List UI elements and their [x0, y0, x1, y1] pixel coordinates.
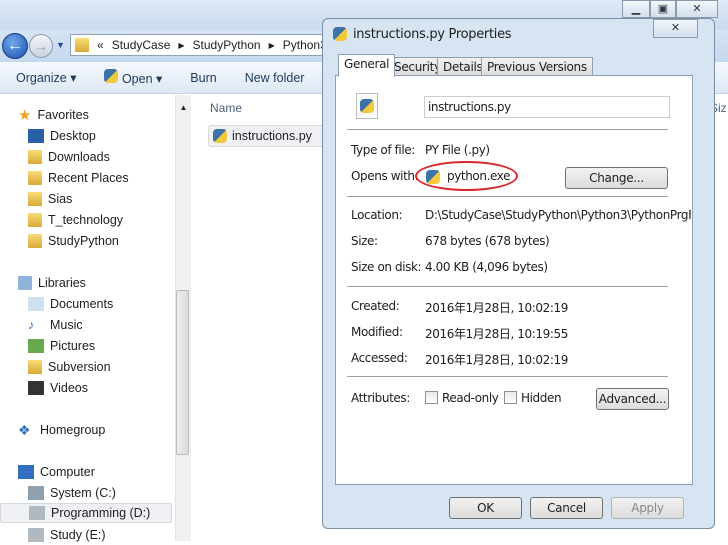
- type-label: Type of file:: [351, 143, 415, 157]
- videos-icon: [28, 381, 44, 395]
- created-value: 2016年1月28日, 10:02:19: [425, 301, 568, 315]
- sidebar-item-pictures[interactable]: Pictures: [50, 339, 95, 353]
- dialog-close-button[interactable]: ✕: [653, 19, 698, 38]
- sidebar-item-homegroup[interactable]: Homegroup: [40, 423, 105, 437]
- python-file-icon: [333, 27, 347, 41]
- sidebar-item-computer[interactable]: Computer: [40, 465, 95, 479]
- folder-icon: [28, 171, 42, 185]
- sidebar-item-recent-places[interactable]: Recent Places: [48, 171, 129, 185]
- dialog-title: instructions.py Properties: [353, 27, 512, 42]
- open-button[interactable]: Open ▾: [104, 69, 162, 86]
- breadcrumb-item[interactable]: StudyCase: [112, 38, 171, 52]
- sidebar-item-videos[interactable]: Videos: [50, 381, 88, 395]
- burn-button[interactable]: Burn: [190, 71, 216, 85]
- drive-icon: [29, 506, 45, 520]
- desktop-icon: [28, 129, 44, 143]
- sidebar-item-sias[interactable]: Sias: [48, 192, 72, 206]
- modified-label: Modified:: [351, 325, 403, 339]
- tab-general[interactable]: General: [338, 54, 396, 77]
- recent-pages-dropdown[interactable]: ▼: [56, 40, 65, 50]
- python-icon: [104, 69, 119, 83]
- folder-icon: [28, 192, 42, 206]
- change-button[interactable]: Change...: [565, 167, 668, 189]
- sidebar-item-downloads[interactable]: Downloads: [48, 150, 110, 164]
- sidebar-item-programming-d[interactable]: Programming (D:): [51, 506, 150, 520]
- opens-with-value: python.exe: [447, 169, 511, 183]
- divider: [347, 129, 668, 130]
- filename-input[interactable]: instructions.py: [424, 96, 670, 118]
- divider: [347, 196, 668, 197]
- navigation-pane: ★ Favorites Desktop Downloads Recent Plac…: [0, 95, 175, 542]
- sidebar-item-subversion[interactable]: Subversion: [48, 360, 111, 374]
- divider: [347, 376, 668, 377]
- divider: [347, 286, 668, 287]
- sidebar-item-studypython[interactable]: StudyPython: [48, 234, 119, 248]
- opens-with-label: Opens with:: [351, 169, 419, 183]
- folder-icon: [28, 234, 42, 248]
- modified-value: 2016年1月28日, 10:19:55: [425, 327, 568, 341]
- python-file-icon: [213, 129, 227, 143]
- overflow-chevron[interactable]: «: [97, 38, 104, 52]
- libraries-icon: [18, 276, 32, 290]
- documents-icon: [28, 297, 44, 311]
- forward-button[interactable]: →: [29, 34, 53, 58]
- new-folder-button[interactable]: New folder: [245, 71, 305, 85]
- ok-button[interactable]: OK: [449, 497, 522, 519]
- type-value: PY File (.py): [425, 143, 490, 157]
- folder-icon: [28, 360, 42, 374]
- star-icon: ★: [18, 107, 32, 124]
- scrollbar-thumb[interactable]: [176, 290, 189, 455]
- file-type-icon: [356, 93, 378, 119]
- attributes-label: Attributes:: [351, 391, 410, 405]
- created-label: Created:: [351, 299, 400, 313]
- advanced-button[interactable]: Advanced...: [596, 388, 669, 410]
- folder-icon: [28, 150, 42, 164]
- computer-icon: [18, 465, 34, 479]
- accessed-value: 2016年1月28日, 10:02:19: [425, 353, 568, 367]
- folder-icon: [75, 38, 89, 52]
- size-on-disk-value: 4.00 KB (4,096 bytes): [425, 260, 548, 274]
- size-value: 678 bytes (678 bytes): [425, 234, 550, 248]
- maximize-button[interactable]: ▣: [650, 0, 676, 18]
- read-only-checkbox[interactable]: Read-only: [425, 391, 499, 405]
- sidebar-item-favorites[interactable]: Favorites: [37, 108, 88, 122]
- sidebar-item-documents[interactable]: Documents: [50, 297, 113, 311]
- back-button[interactable]: ←: [2, 33, 28, 59]
- address-bar[interactable]: « StudyCase ▶ StudyPython ▶ Python3: [70, 34, 340, 56]
- sidebar-item-system-c[interactable]: System (C:): [50, 486, 116, 500]
- sidebar-item-study-e[interactable]: Study (E:): [50, 528, 106, 542]
- sidebar-item-music[interactable]: Music: [50, 318, 83, 332]
- sidebar-item-libraries[interactable]: Libraries: [38, 276, 86, 290]
- accessed-label: Accessed:: [351, 351, 408, 365]
- location-value: D:\StudyCase\StudyPython\Python3\PythonP…: [425, 208, 691, 222]
- tab-previous-versions[interactable]: Previous Versions: [481, 57, 593, 76]
- cancel-button[interactable]: Cancel: [530, 497, 603, 519]
- close-window-button[interactable]: ✕: [676, 0, 718, 18]
- column-header-name[interactable]: Name: [210, 101, 242, 115]
- size-label: Size:: [351, 234, 378, 248]
- music-icon: ♪: [28, 318, 35, 332]
- pictures-icon: [28, 339, 44, 353]
- sidebar-item-desktop[interactable]: Desktop: [50, 129, 96, 143]
- drive-icon: [28, 486, 44, 500]
- drive-icon: [28, 528, 44, 542]
- location-label: Location:: [351, 208, 403, 222]
- breadcrumb-item[interactable]: StudyPython: [193, 38, 261, 52]
- size-on-disk-label: Size on disk:: [351, 260, 422, 274]
- general-tab-panel: [335, 75, 693, 485]
- python-icon: [426, 170, 440, 184]
- sidebar-item-t-technology[interactable]: T_technology: [48, 213, 123, 227]
- minimize-button[interactable]: ▁: [622, 0, 650, 18]
- hidden-checkbox[interactable]: Hidden: [504, 391, 562, 405]
- folder-icon: [28, 213, 42, 227]
- breadcrumb-item[interactable]: Python3: [283, 38, 327, 52]
- apply-button[interactable]: Apply: [611, 497, 684, 519]
- homegroup-icon: ❖: [18, 421, 31, 438]
- file-item[interactable]: instructions.py: [208, 125, 328, 147]
- organize-button[interactable]: Organize ▾: [16, 70, 76, 85]
